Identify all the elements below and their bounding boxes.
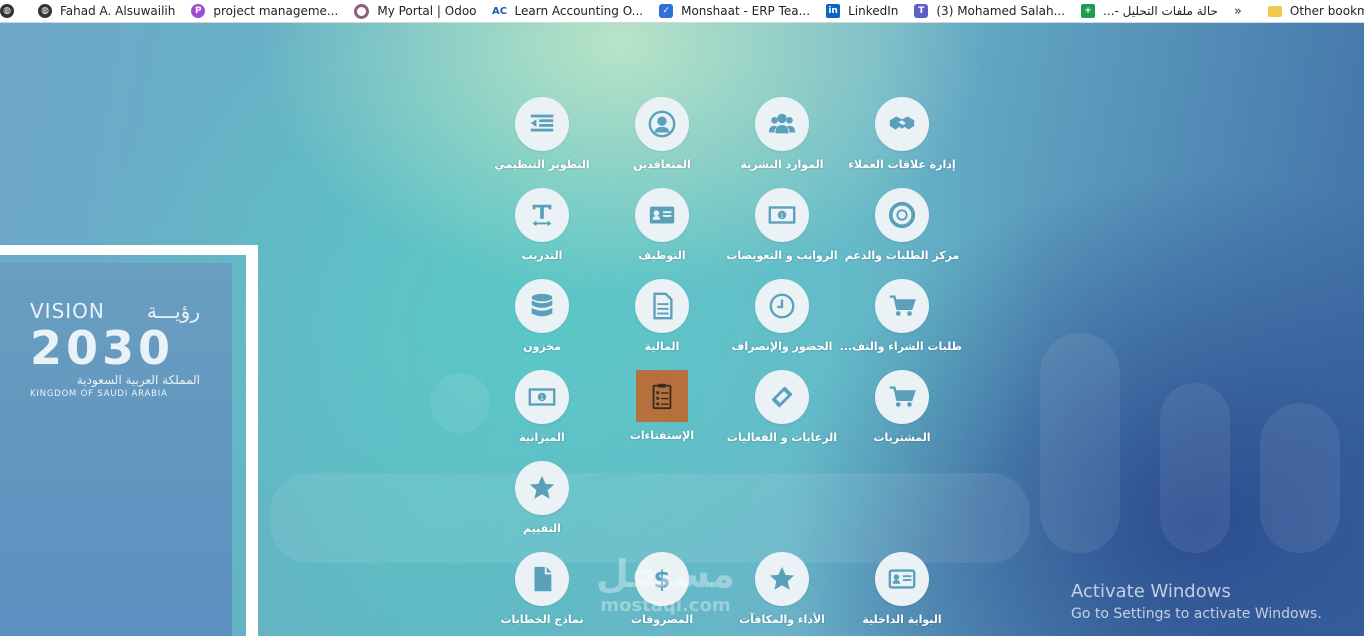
bookmarks-bar: ◍ ◍ Fahad A. Alsuwailih P project manage… (0, 0, 1364, 23)
bookmark-item[interactable]: ✓ Monshaat - ERP Tea... (659, 4, 810, 18)
bookmarks-overflow-button[interactable]: » (1234, 4, 1242, 19)
app-budget[interactable]: 1 الميزانية (482, 370, 602, 444)
watermark-shape (270, 473, 1030, 563)
app-attendance[interactable]: الحضور والإنصراف (722, 279, 842, 353)
file-icon (515, 552, 569, 606)
bookmark-item[interactable]: ◍ Fahad A. Alsuwailih (38, 4, 175, 18)
app-crm[interactable]: إدارة علاقات العملاء (842, 97, 962, 171)
app-launcher-background: VISION رؤيـــة 2030 المملكة العربية السع… (0, 23, 1364, 636)
globe-icon: ◍ (38, 4, 52, 18)
app-finance[interactable]: المالية (602, 279, 722, 353)
ticket-icon (755, 370, 809, 424)
globe-icon: ◍ (0, 4, 14, 18)
podcast-icon: P (191, 4, 206, 18)
odoo-icon (354, 3, 370, 19)
svg-text:1: 1 (540, 394, 544, 402)
app-purchase-requests[interactable]: طلبات الشراء والتف... (840, 279, 962, 353)
star-icon (515, 461, 569, 515)
database-icon (515, 279, 569, 333)
money-icon: 1 (755, 188, 809, 242)
users-icon (755, 97, 809, 151)
app-internal-portal[interactable]: البوابة الداخلية (842, 552, 962, 626)
ac-icon: AC (491, 4, 508, 18)
watermark-shape (1040, 333, 1120, 553)
text-width-icon (515, 188, 569, 242)
vision-2030-logo: VISION رؤيـــة 2030 المملكة العربية السع… (30, 299, 200, 399)
app-sponsorships[interactable]: الرعايات و الفعاليات (722, 370, 842, 444)
handshake-icon (875, 97, 929, 151)
app-inventory[interactable]: مخزون (482, 279, 602, 353)
activate-windows-watermark: Activate Windows Go to Settings to activ… (1071, 581, 1322, 622)
cart-icon (875, 279, 929, 333)
bookmark-item[interactable]: AC Learn Accounting O... (491, 4, 643, 18)
linkedin-icon: in (826, 4, 841, 18)
app-performance-rewards[interactable]: الأداء والمكافآت (722, 552, 842, 626)
app-contractors[interactable]: المتعاقدين (602, 97, 722, 171)
star-icon (755, 552, 809, 606)
outdent-icon (515, 97, 569, 151)
id-card-icon (635, 188, 689, 242)
user-icon (635, 97, 689, 151)
app-hr[interactable]: الموارد البشرية (722, 97, 842, 171)
folder-icon (1267, 5, 1282, 17)
survey-icon (636, 370, 688, 422)
bookmark-item[interactable]: My Portal | Odoo (354, 3, 477, 19)
app-letter-templates[interactable]: نماذج الخطابات (482, 552, 602, 626)
clock-icon (755, 279, 809, 333)
mostaql-watermark: مستقل mostaql.com (596, 552, 735, 616)
teams-icon: ✓ (659, 4, 674, 18)
watermark-shape (1160, 383, 1230, 553)
app-helpdesk[interactable]: مركز الطلبات والدعم (842, 188, 962, 262)
bookmark-item[interactable]: in LinkedIn (826, 4, 898, 18)
app-appraisal[interactable]: التقييم (482, 461, 602, 535)
svg-text:1: 1 (780, 212, 784, 220)
bookmark-item[interactable]: T (3) Mohamed Salah... (914, 4, 1065, 18)
app-recruitment[interactable]: التوظيف (602, 188, 722, 262)
app-payroll[interactable]: 1 الرواتب و التعويضات (722, 188, 842, 262)
bookmark-item[interactable]: P project manageme... (191, 4, 338, 18)
app-training[interactable]: التدريب (482, 188, 602, 262)
sheets-icon: + (1081, 4, 1096, 18)
teams-icon: T (914, 4, 929, 18)
watermark-shape (1260, 403, 1340, 553)
bookmark-item[interactable]: + حالة ملفات التحليل -... (1081, 4, 1218, 18)
other-bookmarks[interactable]: Other bookmarks (1267, 4, 1364, 18)
lifebuoy-icon (875, 188, 929, 242)
bookmark-item[interactable]: ◍ (0, 4, 22, 18)
app-purchases[interactable]: المشتريات (842, 370, 962, 444)
app-org-development[interactable]: التطوير التنظيمي (482, 97, 602, 171)
document-icon (635, 279, 689, 333)
money-icon: 1 (515, 370, 569, 424)
cart-icon (875, 370, 929, 424)
app-surveys[interactable]: الإستفتاءات (602, 370, 722, 442)
id-card-icon (875, 552, 929, 606)
